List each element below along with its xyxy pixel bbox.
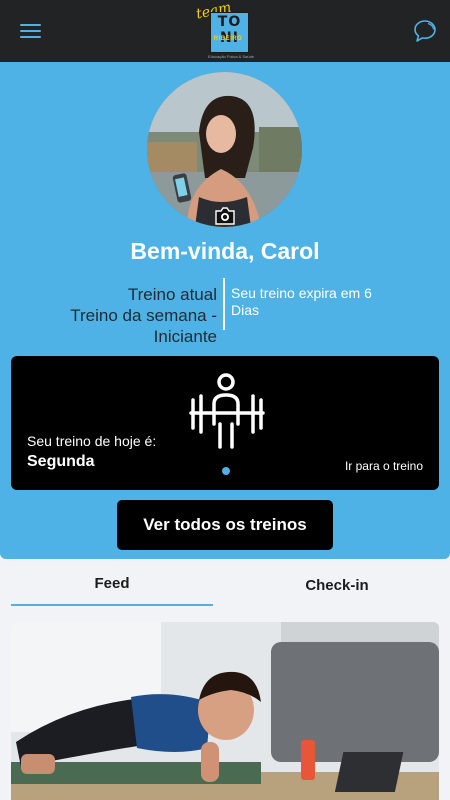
carousel-indicator-dot[interactable] <box>222 467 230 475</box>
current-plan-label: Treino atual <box>127 285 217 304</box>
logo-name: RIBEIRO <box>213 36 243 42</box>
view-all-workouts-button[interactable]: Ver todos os treinos <box>117 500 333 550</box>
logo-tagline: Educação Física & Saúde <box>207 54 255 59</box>
tab-feed[interactable]: Feed <box>11 566 213 606</box>
content-tabs: Feed Check-in <box>0 566 450 612</box>
profile-hero: Bem-vinda, Carol Treino atual Treino da … <box>0 62 450 559</box>
plan-expiry-text: Seu treino expira em 6 Dias <box>231 285 372 318</box>
current-plan: Treino atual Treino da semana - Iniciant… <box>40 284 217 347</box>
plan-divider <box>223 278 225 330</box>
today-workout-day: Segunda <box>27 453 95 470</box>
go-to-workout-link[interactable]: Ir para o treino <box>345 459 423 473</box>
today-workout-label: Seu treino de hoje é: <box>27 433 157 449</box>
logo-line-1: TO <box>217 14 242 30</box>
hamburger-menu-icon[interactable] <box>20 22 42 40</box>
weightlifter-icon <box>187 372 267 450</box>
current-plan-name: Treino da semana - Iniciante <box>70 306 217 346</box>
top-app-bar: team TO NI RIBEIRO Educação Física & Saú… <box>0 0 450 62</box>
camera-icon[interactable] <box>214 207 236 225</box>
feed-post-image[interactable] <box>11 622 439 800</box>
logo-badge: TO NI <box>210 12 249 53</box>
today-workout-card[interactable]: Seu treino de hoje é: Segunda Ir para o … <box>11 356 439 490</box>
profile-avatar[interactable] <box>147 72 302 227</box>
chat-bubble-icon[interactable] <box>412 18 438 44</box>
tab-check-in[interactable]: Check-in <box>236 566 438 606</box>
brand-logo: team TO NI RIBEIRO Educação Física & Saú… <box>195 0 260 59</box>
greeting-title: Bem-vinda, Carol <box>130 238 320 264</box>
